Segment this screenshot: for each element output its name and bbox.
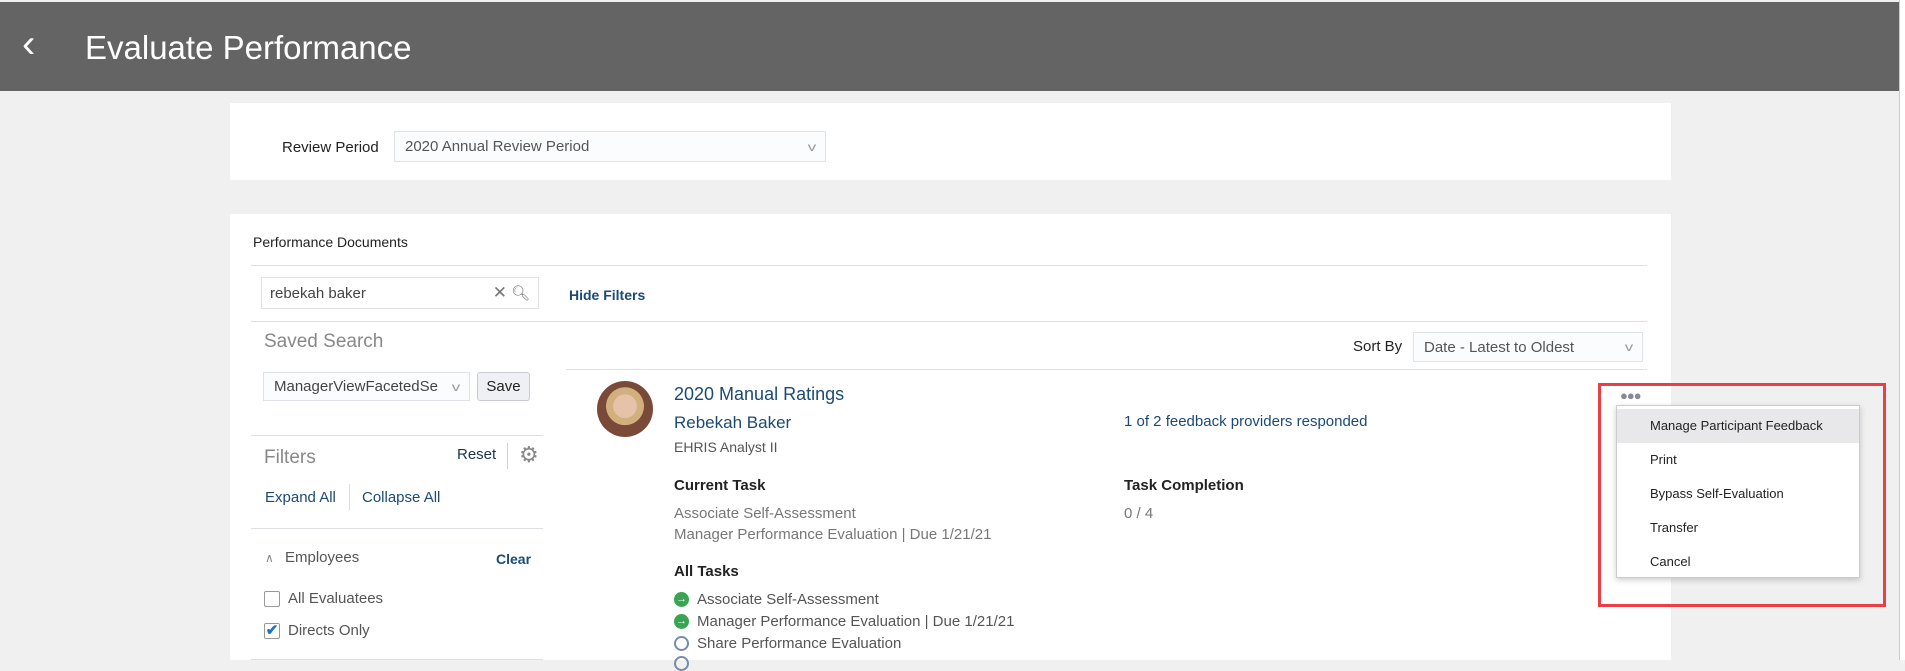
sort-by-select[interactable]: Date - Latest to Oldest v: [1413, 332, 1643, 362]
task-completion-label: Task Completion: [1124, 477, 1244, 494]
circle-icon: [674, 636, 689, 651]
all-evaluatees-option[interactable]: All Evaluatees: [264, 590, 383, 607]
chevron-up-icon[interactable]: ∧: [265, 551, 274, 565]
feedback-status[interactable]: 1 of 2 feedback providers responded: [1124, 413, 1368, 430]
section-heading: Performance Documents: [253, 234, 408, 250]
filters-label: Filters: [264, 447, 316, 468]
chevron-down-icon: v: [1624, 340, 1634, 354]
current-task: Associate Self-Assessment: [674, 505, 856, 522]
review-period-value: 2020 Annual Review Period: [405, 138, 590, 155]
collapse-all-link[interactable]: Collapse All: [362, 489, 440, 506]
option-label: Directs Only: [288, 622, 370, 639]
saved-search-value: ManagerViewFacetedSe: [274, 378, 438, 395]
employees-label[interactable]: Employees: [285, 549, 359, 566]
sort-by-label: Sort By: [1353, 338, 1403, 355]
reset-button[interactable]: Reset: [457, 446, 496, 463]
search-icon[interactable]: 🔍︎: [511, 284, 530, 302]
search-value: rebekah baker: [270, 284, 366, 302]
gear-icon[interactable]: ⚙: [519, 442, 539, 468]
chevron-down-icon: v: [807, 139, 817, 154]
review-period-select[interactable]: 2020 Annual Review Period v: [394, 131, 826, 162]
search-input[interactable]: rebekah baker ✕ 🔍︎: [261, 277, 539, 309]
document-title[interactable]: 2020 Manual Ratings: [674, 384, 844, 405]
clear-icon[interactable]: ✕: [493, 283, 507, 303]
expand-all-link[interactable]: Expand All: [265, 489, 336, 506]
chevron-down-icon: v: [451, 379, 461, 394]
saved-search-label: Saved Search: [264, 331, 384, 352]
saved-search-select[interactable]: ManagerViewFacetedSe v: [263, 372, 470, 401]
current-task: Manager Performance Evaluation | Due 1/2…: [674, 526, 992, 543]
all-tasks-label: All Tasks: [674, 563, 739, 580]
arrow-right-circle-icon: →: [674, 592, 689, 607]
employee-name[interactable]: Rebekah Baker: [674, 413, 791, 433]
option-label: All Evaluatees: [288, 590, 384, 607]
checkbox[interactable]: [264, 590, 280, 607]
sort-by-value: Date - Latest to Oldest: [1424, 338, 1575, 356]
circle-icon: [674, 656, 689, 671]
chevron-left-icon[interactable]: ‹: [22, 24, 35, 64]
arrow-right-circle-icon: →: [674, 614, 689, 629]
clear-link[interactable]: Clear: [496, 551, 531, 567]
review-period-label: Review Period: [282, 139, 379, 156]
task-item: → Manager Performance Evaluation | Due 1/…: [674, 613, 1015, 630]
directs-only-option[interactable]: ✔ Directs Only: [264, 622, 370, 639]
page-title: Evaluate Performance: [85, 29, 412, 66]
review-period-card: Review Period 2020 Annual Review Period v: [230, 103, 1671, 180]
job-title: EHRIS Analyst II: [674, 439, 778, 455]
scrollbar[interactable]: [1899, 0, 1905, 660]
task-item: → Associate Self-Assessment: [674, 591, 879, 608]
highlight-box: [1598, 383, 1886, 607]
task-completion-value: 0 / 4: [1124, 505, 1154, 522]
hide-filters-link[interactable]: Hide Filters: [569, 287, 645, 303]
current-task-label: Current Task: [674, 477, 766, 494]
task-item: Share Performance Evaluation: [674, 635, 901, 652]
page-header: ‹ Evaluate Performance: [0, 2, 1899, 91]
avatar: [597, 381, 653, 437]
checkbox-checked[interactable]: ✔: [264, 622, 280, 639]
save-button[interactable]: Save: [477, 372, 530, 401]
